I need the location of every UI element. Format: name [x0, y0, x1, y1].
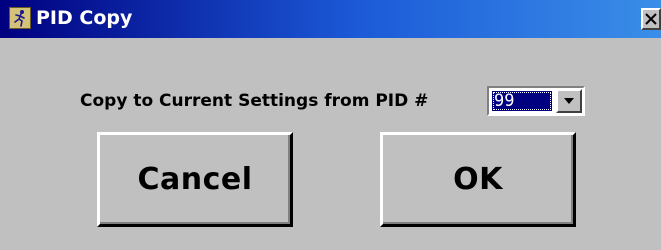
pid-select[interactable]: 99 [487, 86, 585, 116]
window-title: PID Copy [36, 7, 133, 29]
cancel-button-label: Cancel [137, 162, 253, 197]
runner-app-icon [9, 7, 31, 29]
ok-button-label: OK [453, 162, 503, 197]
title-bar[interactable]: PID Copy [0, 0, 661, 38]
close-button[interactable] [641, 8, 661, 30]
ok-button[interactable]: OK [380, 132, 576, 227]
close-icon [643, 10, 659, 28]
pid-selected-value[interactable]: 99 [492, 91, 552, 111]
cancel-button[interactable]: Cancel [97, 132, 293, 227]
pid-dropdown-button[interactable] [556, 89, 582, 113]
chevron-down-icon [558, 97, 580, 105]
pid-copy-dialog: PID Copy Copy to Current Settings from P… [0, 0, 661, 250]
pid-prompt-label: Copy to Current Settings from PID # [80, 91, 429, 111]
